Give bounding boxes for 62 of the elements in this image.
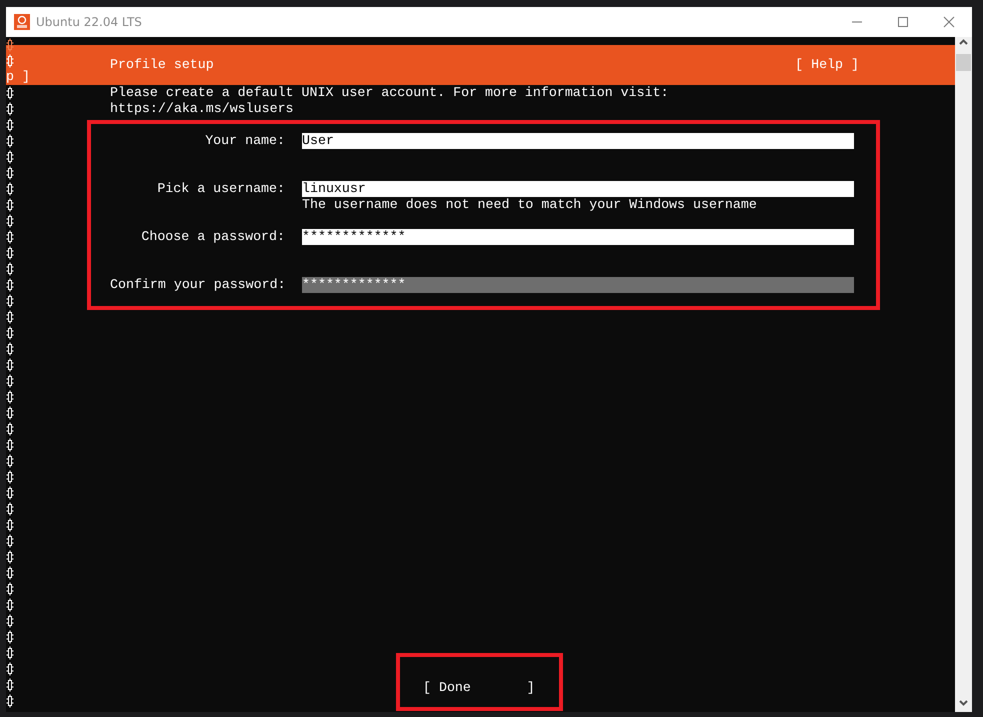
scrollbar[interactable]	[955, 37, 972, 712]
glitch-glyph-icon	[6, 294, 14, 308]
glitch-glyph-icon	[6, 246, 14, 260]
field-label: Choose a password:	[140, 229, 285, 245]
field-label: Confirm your password:	[110, 277, 285, 293]
glitch-glyph-icon	[6, 38, 14, 52]
field-label: Your name:	[204, 133, 285, 149]
scroll-down-icon[interactable]	[959, 700, 968, 706]
glitch-glyph-icon	[6, 678, 14, 692]
glitch-glyph-icon	[6, 454, 14, 468]
input-field[interactable]: User	[302, 133, 854, 149]
glitch-glyph-icon	[6, 694, 14, 708]
done-button[interactable]: [ Done ]	[423, 680, 535, 696]
glitch-glyph-icon	[6, 374, 14, 388]
glitch-glyph-icon	[6, 598, 14, 612]
glitch-glyph-icon	[6, 470, 14, 484]
glitch-glyph-icon	[6, 342, 14, 356]
glitch-glyph-icon	[6, 566, 14, 580]
input-field[interactable]: *************	[302, 277, 854, 293]
glitch-glyph-icon	[6, 550, 14, 564]
window-title: Ubuntu 22.04 LTS	[36, 15, 142, 29]
glitch-glyph-icon	[6, 230, 14, 244]
glitch-glyph-icon	[6, 486, 14, 500]
glitch-glyph-icon	[6, 102, 14, 116]
glitch-glyph-icon	[6, 166, 14, 180]
glitch-glyph-icon	[6, 358, 14, 372]
glitch-glyph-icon	[6, 582, 14, 596]
glitch-glyph-icon	[6, 438, 14, 452]
stray-text: p ]	[6, 69, 30, 85]
glitch-glyph-icon	[6, 630, 14, 644]
input-field[interactable]: linuxusr	[302, 181, 854, 197]
glitch-glyph-icon	[6, 54, 14, 68]
intro-text: Please create a default UNIX user account. For more information visit:	[110, 85, 670, 101]
glitch-glyph-icon	[6, 502, 14, 516]
glitch-glyph-icon	[6, 534, 14, 548]
glitch-glyph-icon	[6, 662, 14, 676]
glitch-glyph-icon	[6, 310, 14, 324]
glitch-glyph-icon	[6, 150, 14, 164]
glitch-glyph-icon	[6, 406, 14, 420]
glitch-glyph-icon	[6, 278, 14, 292]
glitch-glyph-icon	[6, 646, 14, 660]
glitch-glyph-icon	[6, 198, 14, 212]
intro-text: https://aka.ms/wslusers	[110, 101, 295, 117]
glitch-glyph-icon	[6, 390, 14, 404]
screen-title: Profile setup	[110, 57, 214, 73]
input-field[interactable]: *************	[302, 229, 854, 245]
glitch-glyph-icon	[6, 214, 14, 228]
glitch-glyph-icon	[6, 118, 14, 132]
glitch-glyph-icon	[6, 422, 14, 436]
help-button[interactable]: [ Help ]	[795, 57, 859, 73]
glitch-glyph-icon	[6, 518, 14, 532]
glitch-glyph-icon	[6, 134, 14, 148]
glitch-glyph-icon	[6, 262, 14, 276]
glitch-glyph-icon	[6, 326, 14, 340]
field-label: Pick a username:	[156, 181, 285, 197]
scroll-thumb[interactable]	[956, 54, 971, 71]
scroll-up-icon[interactable]	[959, 39, 968, 45]
glitch-glyph-icon	[6, 86, 14, 100]
glitch-glyph-icon	[6, 182, 14, 196]
field-hint: The username does not need to match your Windows username	[302, 197, 758, 213]
glitch-glyph-icon	[6, 614, 14, 628]
app-logo-icon	[14, 14, 30, 30]
